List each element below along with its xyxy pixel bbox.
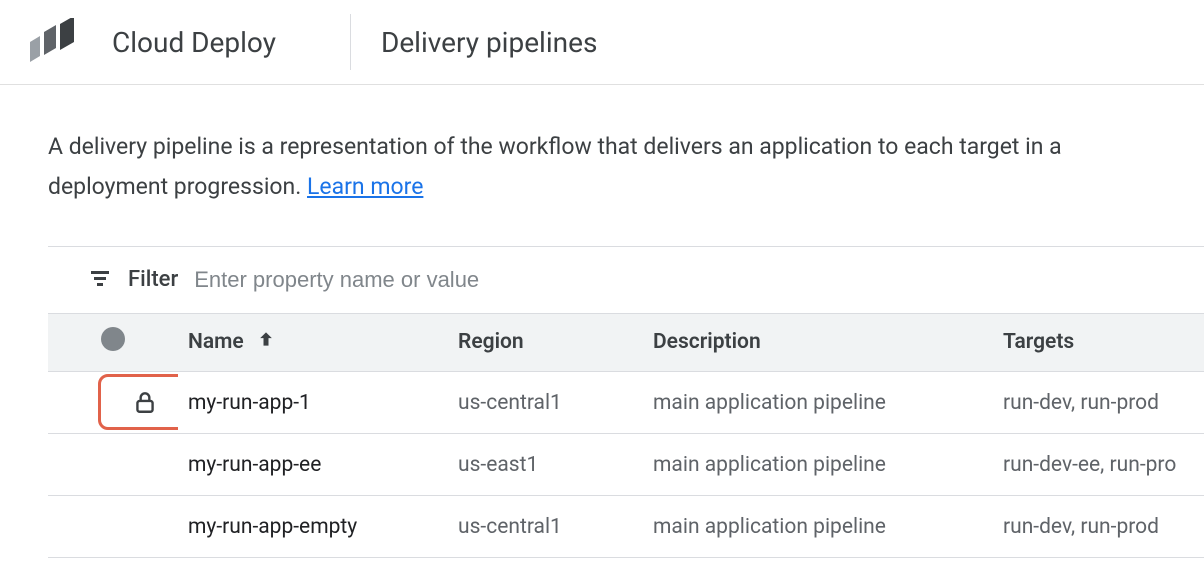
filter-label: Filter xyxy=(128,267,178,292)
pipeline-description: main application pipeline xyxy=(643,372,993,434)
pipeline-region: us-central1 xyxy=(448,372,643,434)
service-name: Cloud Deploy xyxy=(112,26,276,59)
pipeline-region: us-east1 xyxy=(448,434,643,496)
sort-ascending-icon xyxy=(256,329,276,355)
table-row[interactable]: my-run-app-1 us-central1 main applicatio… xyxy=(48,372,1204,434)
pipeline-name-link[interactable]: my-run-app-empty xyxy=(188,515,357,539)
pipeline-name-link[interactable]: my-run-app-ee xyxy=(188,453,321,477)
column-header-status[interactable] xyxy=(48,314,178,372)
lock-icon xyxy=(132,389,158,415)
filter-icon[interactable] xyxy=(88,266,112,294)
pipeline-description: main application pipeline xyxy=(643,496,993,558)
pipelines-table: Name Region Description Targets xyxy=(48,314,1204,559)
highlight-box xyxy=(98,374,178,430)
column-header-name[interactable]: Name xyxy=(178,314,448,372)
column-header-region[interactable]: Region xyxy=(448,314,643,372)
top-bar: Cloud Deploy Delivery pipelines xyxy=(0,0,1204,85)
pipeline-description: main application pipeline xyxy=(643,434,993,496)
pipeline-name-link[interactable]: my-run-app-1 xyxy=(188,391,311,415)
column-header-description[interactable]: Description xyxy=(643,314,993,372)
cloud-deploy-logo-icon xyxy=(30,18,84,66)
filter-input[interactable] xyxy=(194,267,1204,293)
column-header-targets[interactable]: Targets xyxy=(993,314,1204,372)
pipeline-targets: run-dev-ee, run-pro xyxy=(993,434,1204,496)
table-header-row: Name Region Description Targets xyxy=(48,314,1204,372)
page-description: A delivery pipeline is a representation … xyxy=(48,127,1148,208)
page-title: Delivery pipelines xyxy=(381,26,597,59)
learn-more-link[interactable]: Learn more xyxy=(307,173,423,200)
table-row[interactable]: my-run-app-ee us-east1 main application … xyxy=(48,434,1204,496)
pipeline-region: us-central1 xyxy=(448,496,643,558)
pipelines-table-wrap: Filter Name xyxy=(48,246,1204,559)
logo-area: Cloud Deploy xyxy=(0,18,316,66)
table-row[interactable]: my-run-app-empty us-central1 main applic… xyxy=(48,496,1204,558)
status-dot-icon xyxy=(101,327,125,351)
column-name-label: Name xyxy=(188,330,244,354)
pipeline-targets: run-dev, run-prod xyxy=(993,496,1204,558)
filter-bar: Filter xyxy=(48,246,1204,314)
description-text: A delivery pipeline is a representation … xyxy=(48,133,1062,200)
content-area: A delivery pipeline is a representation … xyxy=(0,85,1204,558)
pipeline-targets: run-dev, run-prod xyxy=(993,372,1204,434)
vertical-divider xyxy=(350,14,351,70)
